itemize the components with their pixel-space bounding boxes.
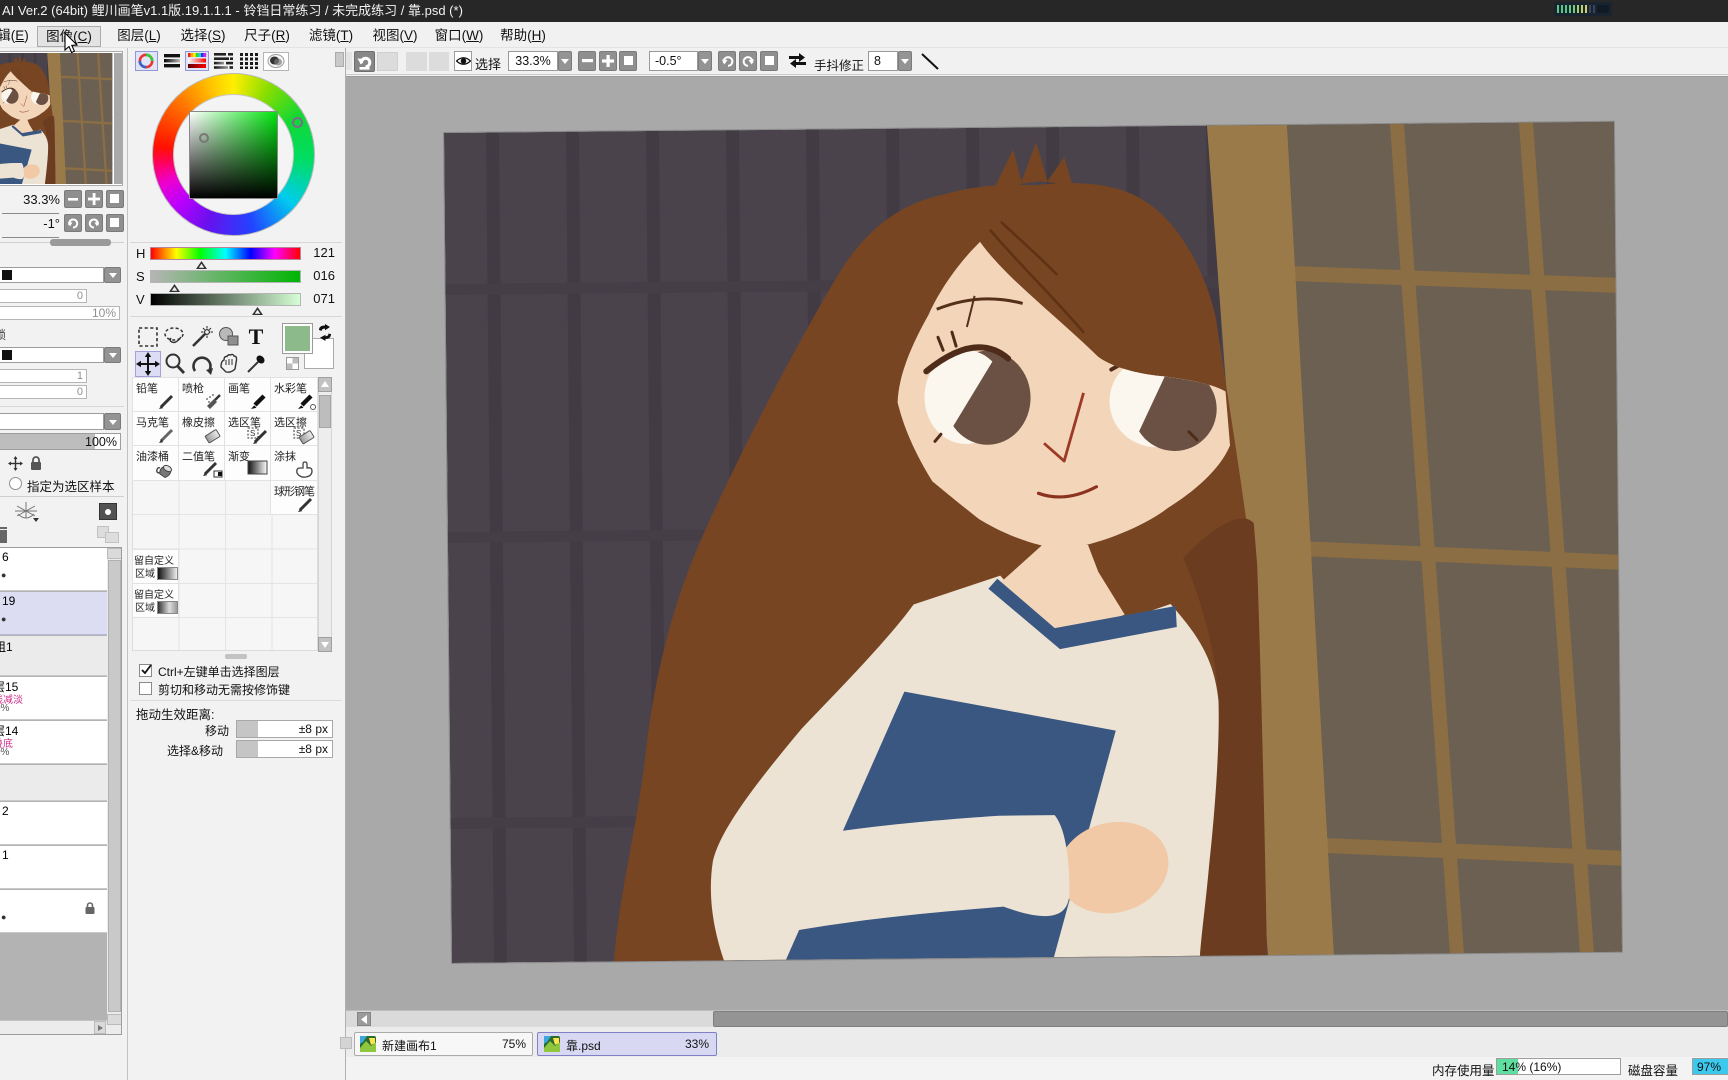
svg-text:S: S (250, 429, 255, 438)
